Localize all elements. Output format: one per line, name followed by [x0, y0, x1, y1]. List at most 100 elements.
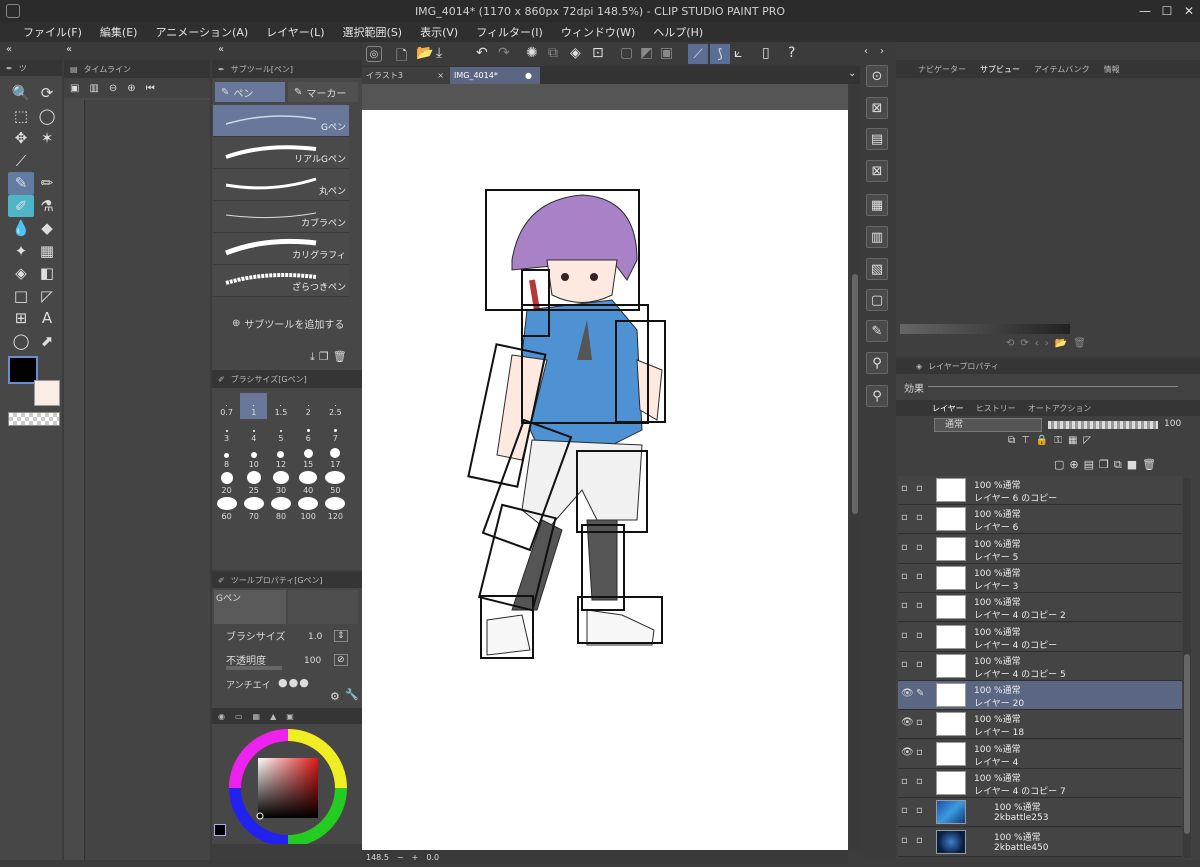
auto-action-tab[interactable]: オートアクション — [1028, 403, 1092, 414]
intermediate-color-tab-icon[interactable]: ▲ — [270, 712, 276, 721]
blend-icon[interactable]: 💧 — [8, 217, 34, 240]
layer-scrollbar[interactable] — [1183, 478, 1191, 858]
snap-ruler-icon[interactable]: ⟋ — [688, 44, 708, 64]
blend-mode-select[interactable]: 通常 — [934, 418, 1042, 432]
brush-size-preset[interactable]: 60 — [213, 497, 240, 523]
color-set-tab-icon[interactable]: ▦ — [253, 712, 261, 721]
redo-icon[interactable]: ↷ — [498, 45, 510, 61]
timeline-settings-icon[interactable]: ▥ — [89, 83, 98, 94]
magic-wand-icon[interactable]: ✶ — [34, 127, 60, 150]
menu-layer[interactable]: レイヤー(L) — [257, 24, 333, 40]
zoom-in-icon[interactable]: + — [412, 853, 419, 862]
menu-selection[interactable]: 選択範囲(S) — [334, 24, 412, 40]
history-tab[interactable]: ヒストリー — [976, 403, 1016, 414]
gradient-icon[interactable]: ◧ — [34, 262, 60, 285]
add-subtool-button[interactable]: ⊕ サブツールを追加する — [232, 316, 344, 331]
lock-toggle[interactable]: ▫ — [916, 747, 930, 761]
next-icon[interactable]: › — [1045, 338, 1049, 354]
pen-tab-icon[interactable]: ✒ — [6, 64, 13, 73]
tab-img4014[interactable]: IMG_4014* ● — [450, 67, 540, 84]
lock-toggle[interactable]: ▫ — [916, 659, 930, 673]
lasso-icon[interactable]: ◯ — [34, 105, 60, 128]
tone-icon[interactable]: ▦ — [866, 194, 888, 216]
subtool-real-g-pen[interactable]: リアルGペン — [213, 137, 349, 169]
trash-icon[interactable]: 🗑 — [333, 350, 347, 364]
eyedropper-icon[interactable]: ⟋ — [8, 150, 34, 173]
close-button[interactable]: ✕ — [1178, 0, 1200, 22]
visibility-toggle[interactable]: ▫ — [901, 600, 915, 614]
delete-icon[interactable]: 🗑 — [1073, 338, 1086, 354]
import-icon[interactable]: 📂 — [1055, 338, 1067, 354]
brush-size-preset[interactable]: 6 — [295, 419, 322, 445]
snap-grid-icon[interactable]: ⟀ — [734, 45, 742, 61]
lock-toggle[interactable]: ▫ — [916, 835, 930, 849]
correct-line-icon[interactable]: ⬈ — [34, 330, 60, 353]
layer-property-tab[interactable]: レイヤープロパティ — [928, 361, 999, 372]
frame-material-icon[interactable]: ▢ — [866, 289, 888, 311]
subtool-tab-marker[interactable]: ✎ マーカー — [288, 82, 358, 102]
material-close-icon[interactable]: ⊠ — [866, 160, 888, 182]
subtool-maru-pen[interactable]: 丸ペン — [213, 169, 349, 201]
canvas-area[interactable]: 148.5 − + 0.0 — [362, 84, 848, 864]
zoom-out-icon[interactable]: ⊖ — [109, 83, 117, 94]
rotate-icon[interactable]: ⟳ — [34, 82, 60, 105]
brush-size-preset[interactable]: 8 — [213, 445, 240, 471]
pattern-icon[interactable]: ▥ — [866, 226, 888, 248]
layer-row[interactable]: ▫ ▫ 100 %通常 レイヤー 4 のコピー 2 — [898, 593, 1182, 623]
zoom-value[interactable]: 148.5 — [366, 853, 389, 862]
lock-toggle[interactable]: ▫ — [916, 542, 930, 556]
lock-toggle[interactable]: ▫ — [916, 571, 930, 585]
lock-alpha-icon[interactable]: ⚿ — [1054, 435, 1062, 446]
delete-layer-icon[interactable]: 🗑 — [1142, 458, 1156, 472]
brush-size-preset[interactable]: 0.7 — [213, 393, 240, 419]
menu-edit[interactable]: 編集(E) — [91, 24, 147, 40]
brush-size-preset[interactable]: 30 — [267, 471, 294, 497]
layer-row[interactable]: ▫ ▫ 100 %通常 2kbattle253 — [898, 798, 1182, 828]
subtool-rough-pen[interactable]: ざらつきペン — [213, 265, 349, 297]
brush-size-stepper-icon[interactable]: ⇕ — [334, 630, 348, 642]
eye-icon[interactable]: 👁 — [901, 717, 915, 731]
tab-illust3[interactable]: イラスト3 × — [362, 67, 450, 84]
brush-size-preset[interactable]: 70 — [240, 497, 267, 523]
subtool-calligraphy[interactable]: カリグラフィ — [213, 233, 349, 265]
timeline-new-icon[interactable]: ▣ — [70, 83, 79, 94]
brush-size-value[interactable]: 1.0 — [308, 632, 322, 642]
fill-icon[interactable]: ◈ — [8, 262, 34, 285]
layer-row[interactable]: ▫ ▫ 100 %通常 レイヤー 3 — [898, 563, 1182, 593]
layer-row[interactable]: ▫ ▫ 100 %通常 2kbattle450 — [898, 827, 1182, 857]
canvas-page[interactable] — [362, 110, 848, 850]
layer-row[interactable]: ▫ ▫ 100 %通常 レイヤー 4 のコピー 5 — [898, 651, 1182, 681]
material-icon[interactable]: ⊠ — [866, 97, 888, 119]
brush-size-preset[interactable]: 2 — [295, 393, 322, 419]
prev-icon[interactable]: ‹ — [1035, 338, 1039, 354]
lock-toggle[interactable]: ▫ — [916, 600, 930, 614]
brush-size-preset[interactable]: 17 — [322, 445, 349, 471]
lock-toggle[interactable]: ▫ — [916, 512, 930, 526]
ruler-icon[interactable]: ◸ — [34, 285, 60, 308]
crop-icon[interactable]: ▣ — [660, 45, 673, 61]
clear-outside-icon[interactable]: ◩ — [640, 45, 653, 61]
merge-layer-icon[interactable]: ⧉ — [1114, 458, 1122, 472]
layer-opacity-value[interactable]: 100 — [1164, 419, 1181, 429]
loading-icon[interactable]: ✺ — [526, 45, 538, 61]
brush-size-preset[interactable]: 4 — [240, 419, 267, 445]
lock-toggle[interactable]: ▫ — [916, 483, 930, 497]
download-icon[interactable]: ⤓ — [310, 350, 315, 364]
eye-icon[interactable]: 👁 — [901, 747, 915, 761]
layer-row[interactable]: 👁 ▫ 100 %通常 レイヤー 4 — [898, 739, 1182, 769]
visibility-toggle[interactable]: ▫ — [901, 483, 915, 497]
balloon-material-icon[interactable]: ✎ — [866, 320, 888, 342]
snap-special-icon[interactable]: ⟆ — [710, 44, 730, 64]
color-wheel-tab-icon[interactable]: ◉ — [218, 712, 225, 721]
brush-size-preset[interactable]: 100 — [295, 497, 322, 523]
brush-size-preset[interactable]: 5 — [267, 419, 294, 445]
copy-layer-icon[interactable]: ❐ — [1099, 458, 1109, 472]
antialias-options-icon[interactable]: ●●● — [278, 676, 310, 689]
collapse-left-icon[interactable]: « — [218, 44, 224, 55]
material-pack-icon[interactable]: ▤ — [866, 128, 888, 150]
color-wheel[interactable] — [228, 728, 348, 848]
sub-color-swatch[interactable] — [34, 380, 60, 406]
menu-help[interactable]: ヘルプ(H) — [644, 24, 712, 40]
info-tab[interactable]: 情報 — [1104, 64, 1120, 75]
maximize-button[interactable]: ☐ — [1156, 0, 1178, 22]
